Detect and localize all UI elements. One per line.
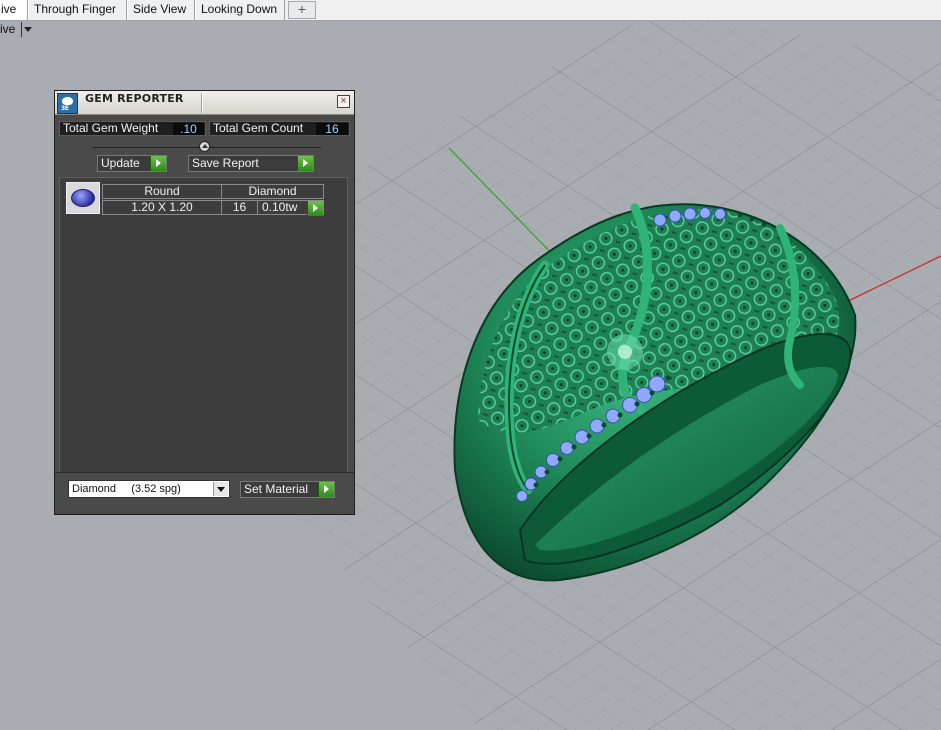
tab-perspective[interactable]: ive — [0, 0, 28, 20]
gem-list: Round Diamond 1.20 X 1.20 16 0.10tw — [59, 177, 348, 473]
viewport-menu-dropdown[interactable] — [21, 22, 32, 37]
chevron-down-icon — [213, 482, 228, 496]
total-gem-count-value: 16 — [316, 123, 348, 135]
tab-label: Looking Down — [201, 2, 278, 16]
save-report-button[interactable]: Save Report — [188, 155, 314, 172]
play-arrow-icon — [318, 482, 334, 497]
total-gem-count-label: Total Gem Count — [213, 121, 304, 135]
play-arrow-icon — [150, 156, 166, 171]
panel-slider-handle[interactable] — [199, 141, 210, 152]
close-icon: × — [340, 95, 347, 107]
gem-shape-cell: Round — [102, 184, 222, 199]
panel-divider — [55, 472, 354, 473]
title-divider — [201, 93, 203, 113]
material-select-value: Diamond (3.52 spg) — [72, 483, 181, 495]
gem-material-cell: Diamond — [221, 184, 324, 199]
total-gem-weight-label: Total Gem Weight — [63, 121, 159, 135]
view-tab-bar: ive Through Finger Side View Looking Dow… — [0, 0, 941, 21]
add-tab-button[interactable]: + — [288, 1, 316, 19]
tab-side-view[interactable]: Side View — [127, 0, 195, 20]
total-gem-weight-value: .10 — [173, 123, 204, 135]
gem-weight-cell: 0.10tw — [257, 200, 324, 216]
total-gem-weight: Total Gem Weight .10 — [59, 121, 206, 136]
play-arrow-icon — [297, 156, 313, 171]
gem-size-cell: 1.20 X 1.20 — [102, 200, 222, 215]
update-button-label: Update — [101, 156, 140, 170]
set-material-button[interactable]: Set Material — [240, 481, 335, 498]
tab-through-finger[interactable]: Through Finger — [28, 0, 127, 20]
tab-label: Side View — [133, 2, 187, 16]
tab-looking-down[interactable]: Looking Down — [195, 0, 285, 20]
update-button[interactable]: Update — [97, 155, 167, 172]
tab-label: Through Finger — [34, 2, 117, 16]
gem-count-cell: 16 — [221, 200, 258, 215]
plus-icon: + — [297, 1, 307, 17]
panel-title-bar[interactable]: 3E GEM REPORTER × — [55, 91, 354, 115]
gem-weight-value: 0.10tw — [262, 200, 298, 214]
panel-title: GEM REPORTER — [85, 92, 184, 105]
gem-detail-arrow-icon[interactable] — [307, 201, 323, 216]
gem-reporter-panel: 3E GEM REPORTER × Total Gem Weight .10 T… — [54, 90, 355, 515]
total-gem-count: Total Gem Count 16 — [209, 121, 350, 136]
viewport-name: ive — [0, 22, 16, 36]
round-gem-thumbnail — [66, 182, 100, 214]
gem-reporter-logo-icon: 3E — [57, 93, 78, 114]
viewport-title-bar: ive — [0, 21, 32, 38]
tab-label: ive — [1, 2, 17, 16]
set-material-label: Set Material — [244, 482, 309, 496]
save-report-label: Save Report — [192, 156, 259, 170]
material-select[interactable]: Diamond (3.52 spg) — [68, 480, 230, 498]
close-button[interactable]: × — [337, 95, 350, 108]
